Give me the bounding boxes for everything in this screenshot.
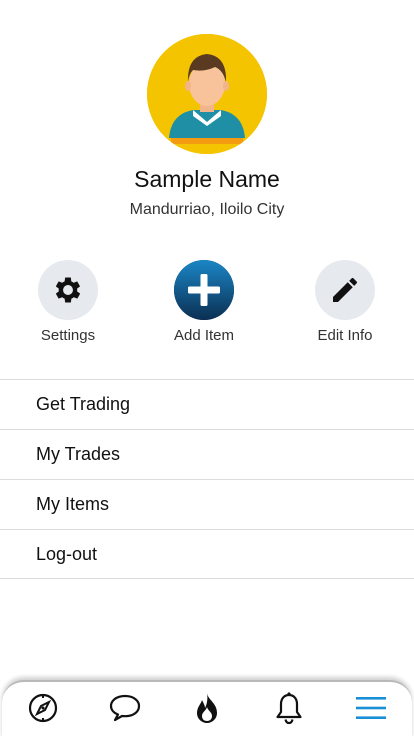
flame-icon: [197, 693, 217, 723]
menu-item-my-trades[interactable]: My Trades: [0, 429, 414, 479]
gear-icon: [55, 277, 81, 303]
plus-icon: [174, 260, 234, 320]
settings-button[interactable]: Settings: [8, 260, 128, 344]
nav-explore-button[interactable]: [21, 686, 65, 730]
bottom-nav: [2, 680, 412, 736]
settings-circle[interactable]: [38, 260, 98, 320]
menu-item-get-trading[interactable]: Get Trading: [0, 379, 414, 429]
add-item-circle[interactable]: [174, 260, 234, 320]
add-item-label: Add Item: [173, 327, 235, 344]
edit-info-label: Edit Info: [317, 327, 373, 344]
nav-notifications-button[interactable]: [267, 686, 311, 730]
add-item-button[interactable]: Add Item: [144, 260, 264, 344]
menu-icon: [356, 697, 386, 719]
nav-menu-button[interactable]: [349, 686, 393, 730]
profile-menu: Get Trading My Trades My Items Log-out: [0, 379, 414, 579]
pencil-icon: [333, 277, 357, 302]
menu-item-log-out[interactable]: Log-out: [0, 529, 414, 579]
chat-bubble-icon: [109, 694, 141, 722]
settings-label: Settings: [40, 327, 96, 344]
edit-info-circle[interactable]: [315, 260, 375, 320]
bell-icon: [276, 692, 302, 725]
nav-chat-button[interactable]: [103, 686, 147, 730]
user-avatar-icon: [147, 34, 267, 154]
menu-item-my-items[interactable]: My Items: [0, 479, 414, 529]
compass-icon: [28, 693, 58, 723]
profile-name: Sample Name: [134, 166, 280, 192]
edit-info-button[interactable]: Edit Info: [285, 260, 405, 344]
profile-location: Mandurriao, Iloilo City: [129, 201, 285, 218]
avatar: [147, 34, 267, 154]
nav-hot-button[interactable]: [185, 686, 229, 730]
